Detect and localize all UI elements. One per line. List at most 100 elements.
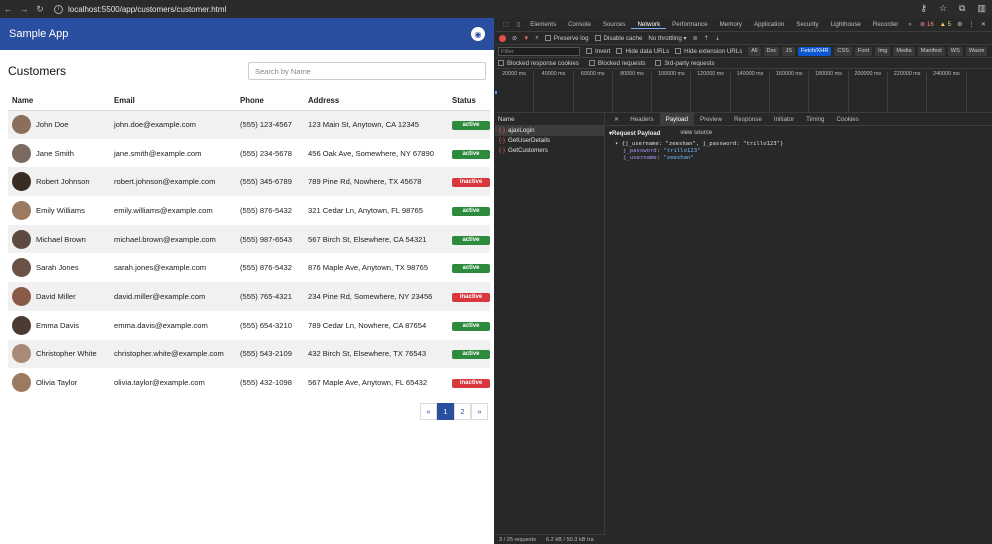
device-toolbar-icon[interactable]: ▯ <box>513 21 524 28</box>
more-tabs-icon[interactable]: » <box>904 21 915 28</box>
blocked-response-cookies-checkbox[interactable]: Blocked response cookies <box>498 60 579 67</box>
filter-type-js[interactable]: JS <box>782 46 795 56</box>
app-brand[interactable]: Sample App <box>9 28 68 40</box>
devtools-tab-application[interactable]: Application <box>748 21 790 29</box>
devtools-tab-console[interactable]: Console <box>562 21 597 29</box>
detail-tab-payload[interactable]: Payload <box>659 112 694 126</box>
view-source-link[interactable]: view source <box>680 130 712 137</box>
inspect-element-icon[interactable]: ⬚ <box>499 21 513 28</box>
devtools-tab-network[interactable]: Network <box>631 21 667 29</box>
forward-icon[interactable]: → <box>16 4 32 14</box>
table-row[interactable]: Jane Smith jane.smith@example.com (555) 23… <box>8 139 490 168</box>
preserve-log-checkbox[interactable]: Preserve log <box>544 35 589 42</box>
table-row[interactable]: Emily Williams emily.williams@example.com… <box>8 196 490 225</box>
export-har-icon[interactable]: ⇣ <box>715 35 720 42</box>
devtools-tab-security[interactable]: Security <box>790 21 824 29</box>
table-row[interactable]: David Miller david.miller@example.com (555… <box>8 282 490 311</box>
network-status-bar: 3 / 25 requests 6.2 kB / 50.3 kB tra <box>495 534 605 544</box>
search-icon[interactable]: ⌕ <box>535 34 538 42</box>
reload-icon[interactable]: ↻ <box>32 4 48 15</box>
page-header: Customers <box>0 50 494 92</box>
devtools-tab-lighthouse[interactable]: Lighthouse <box>825 21 867 29</box>
payload-object[interactable]: ▾ {j_username: "zeeshan", j_password: "t… <box>615 141 988 147</box>
pagination-page-2[interactable]: 2 <box>454 403 471 420</box>
site-info-icon[interactable]: i <box>54 4 63 14</box>
filter-type-img[interactable]: Img <box>875 46 891 56</box>
detail-tab-timing[interactable]: Timing <box>800 113 830 126</box>
back-icon[interactable]: ← <box>0 4 16 14</box>
table-row[interactable]: Robert Johnson robert.johnson@example.com… <box>8 167 490 197</box>
name-column-header[interactable]: Name <box>495 113 604 126</box>
request-row[interactable]: {·} ajaxLogin <box>495 126 604 136</box>
devtools-tab-memory[interactable]: Memory <box>714 21 748 29</box>
timeline-tick-label: 120000 ms <box>691 71 731 113</box>
record-icon[interactable] <box>499 34 506 42</box>
blocked-filters-bar: Blocked response cookies Blocked request… <box>495 58 992 69</box>
devtools-tab-elements[interactable]: Elements <box>524 21 562 29</box>
more-options-icon[interactable]: ⋮ <box>969 21 975 28</box>
timeline-tick-label: 20000 ms <box>495 71 535 113</box>
status-badge: active <box>452 121 490 131</box>
payload-section-header[interactable]: ▾Request Payload view source <box>609 130 988 137</box>
app-header: Sample App ◉ <box>0 18 494 50</box>
table-row[interactable]: Olivia Taylor olivia.taylor@example.com (5… <box>8 368 490 397</box>
detail-tab-headers[interactable]: Headers <box>624 113 659 126</box>
bookmark-star-icon[interactable]: ☆ <box>939 3 947 14</box>
detail-tab-cookies[interactable]: Cookies <box>830 113 864 126</box>
filter-type-doc[interactable]: Doc <box>763 46 780 56</box>
search-input[interactable] <box>248 62 486 80</box>
import-har-icon[interactable]: ⇡ <box>704 35 709 42</box>
detail-tab-preview[interactable]: Preview <box>694 113 728 126</box>
filter-type-wasm[interactable]: Wasm <box>965 46 988 56</box>
filter-type-media[interactable]: Media <box>893 46 915 56</box>
clear-icon[interactable]: ⊘ <box>512 35 517 42</box>
devtools-tab-sources[interactable]: Sources <box>597 21 632 29</box>
filter-type-font[interactable]: Font <box>854 46 873 56</box>
error-count[interactable]: ⊗ 16 <box>920 21 934 28</box>
pagination-prev[interactable]: « <box>420 403 437 420</box>
avatar <box>12 229 31 249</box>
filter-type-fetch-xhr[interactable]: Fetch/XHR <box>798 46 832 56</box>
table-row[interactable]: Sarah Jones sarah.jones@example.com (555) … <box>8 253 490 282</box>
filter-type-all[interactable]: All <box>748 46 761 56</box>
invert-checkbox[interactable]: Invert <box>586 48 610 55</box>
devtools-tab-recorder[interactable]: Recorder <box>867 21 904 29</box>
network-timeline-overview[interactable]: 20000 ms 40000 ms 60000 ms 80000 ms 100000 m… <box>495 69 992 113</box>
table-row[interactable]: Michael Brown michael.brown@example.com (5… <box>8 224 490 254</box>
filter-type-ws[interactable]: WS <box>947 46 963 56</box>
table-row[interactable]: John Doe john.doe@example.com (555) 123-45… <box>8 110 490 139</box>
filter-funnel-icon[interactable]: ▼ <box>523 35 529 42</box>
table-row[interactable]: Emma Davis emma.davis@example.com (555) 65… <box>8 311 490 340</box>
close-detail-icon[interactable]: ✕ <box>609 113 624 126</box>
pagination-next[interactable]: » <box>471 403 488 420</box>
timeline-request-marker <box>495 91 497 94</box>
user-account-icon[interactable]: ◉ <box>471 27 485 41</box>
table-row[interactable]: Christopher White christopher.white@examp… <box>8 339 490 369</box>
close-devtools-icon[interactable]: ✕ <box>981 21 986 28</box>
address-bar[interactable]: i localhost:5500/app/customers/customer.… <box>54 4 226 14</box>
request-row[interactable]: {·} GetUserDetails <box>495 136 604 146</box>
third-party-requests-checkbox[interactable]: 3rd-party requests <box>655 60 715 67</box>
devtools-tab-performance[interactable]: Performance <box>666 21 713 29</box>
warning-count[interactable]: ▲ 5 <box>940 21 951 28</box>
payload-summary: {j_username: "zeeshan", j_password: "tri… <box>621 141 784 147</box>
hide-data-urls-checkbox[interactable]: Hide data URLs <box>616 48 669 55</box>
blocked-requests-checkbox[interactable]: Blocked requests <box>588 60 645 67</box>
pagination-page-1[interactable]: 1 <box>437 403 454 420</box>
network-conditions-icon[interactable]: ≋ <box>693 35 698 42</box>
extensions-icon[interactable]: ⧉ <box>959 3 965 14</box>
hide-extension-urls-checkbox[interactable]: Hide extension URLs <box>675 48 742 55</box>
disable-cache-checkbox[interactable]: Disable cache <box>594 35 642 42</box>
detail-tab-initiator[interactable]: Initiator <box>768 113 800 126</box>
pagination: « 1 2 » <box>420 403 488 420</box>
sidebar-icon[interactable]: ▥ <box>977 3 986 14</box>
key-icon[interactable]: ⚷ <box>920 3 927 14</box>
filter-type-manifest[interactable]: Manifest <box>917 46 945 56</box>
detail-tab-response[interactable]: Response <box>728 113 768 126</box>
settings-gear-icon[interactable]: ⚙ <box>957 21 963 28</box>
filter-type-css[interactable]: CSS <box>834 46 852 56</box>
phone-cell: (555) 654-3210 <box>240 320 292 330</box>
throttling-select[interactable]: No throttling ▾ <box>648 35 686 42</box>
request-row[interactable]: {·} GetCustomers <box>495 146 604 156</box>
filter-input[interactable]: Filter <box>498 46 580 56</box>
